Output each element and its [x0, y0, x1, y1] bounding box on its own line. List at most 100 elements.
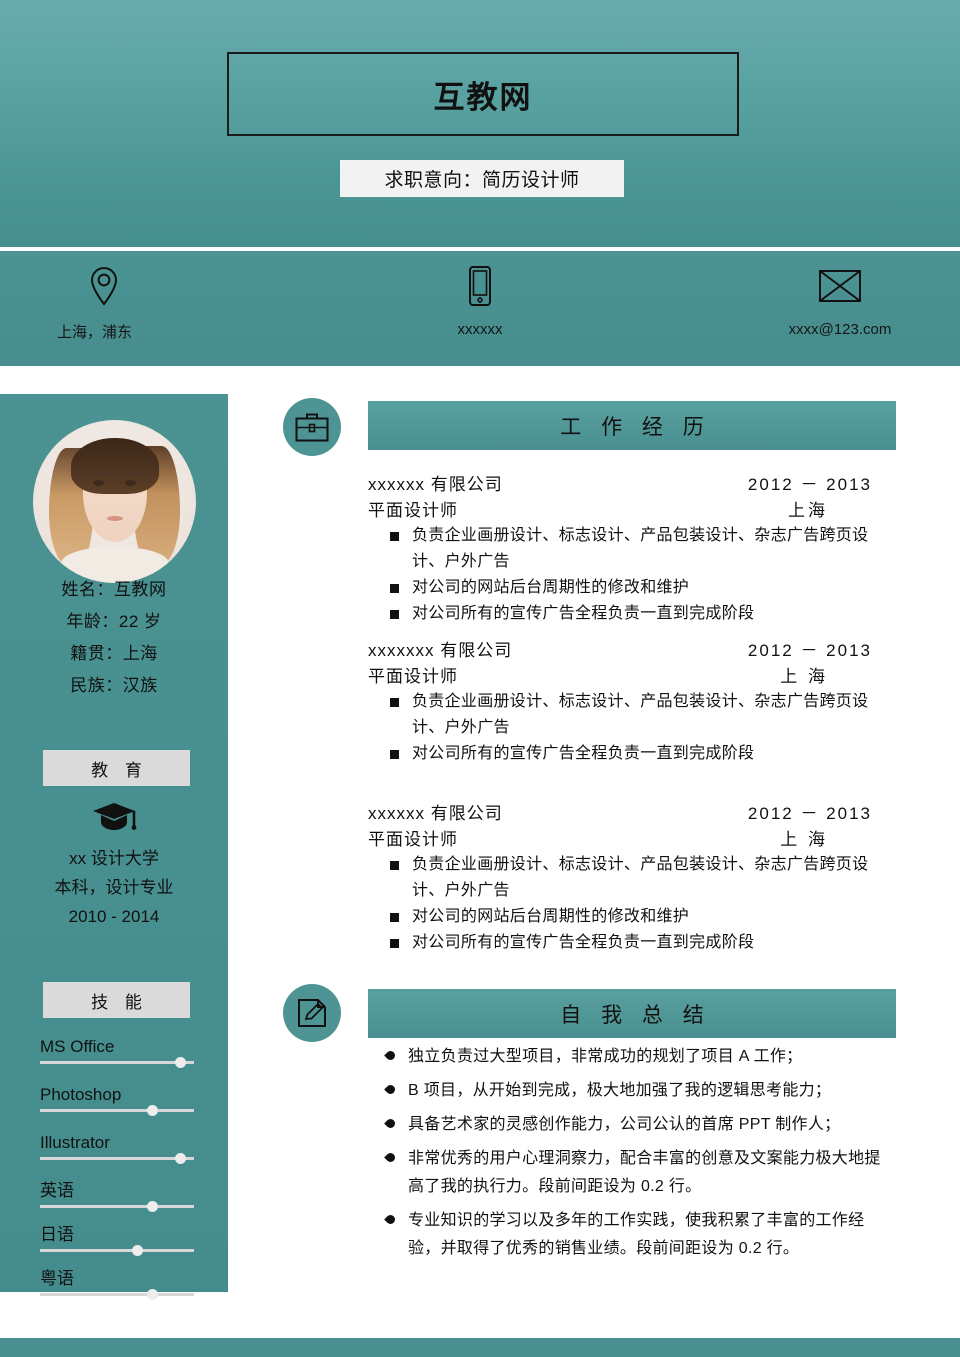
- contact-item-phone: xxxxxx: [380, 251, 580, 366]
- job-bullet: 对公司的网站后台周期性的修改和维护: [368, 904, 896, 930]
- contact-strip: 上海，浦东 xxxxxx xxxx@123.com: [0, 251, 960, 366]
- bottom-accent-bar: [0, 1338, 960, 1357]
- job-company: xxxxxxx 有限公司: [368, 641, 513, 660]
- skill-row: MS Office: [40, 1036, 194, 1068]
- skill-slider-thumb[interactable]: [147, 1105, 159, 1116]
- avatar-eye-right: [125, 480, 136, 486]
- skill-label: 粤语: [40, 1269, 74, 1288]
- avatar-eye-left: [93, 480, 104, 486]
- job-header-row: xxxxxx 有限公司 2012 － 2013: [368, 470, 896, 496]
- job-objective-box: 求职意向：简历设计师: [340, 160, 624, 197]
- education-years: 2010 - 2014: [68, 907, 160, 926]
- job-company: xxxxxx 有限公司: [368, 804, 503, 823]
- contact-phone-value: xxxxxx: [457, 321, 503, 338]
- avatar-mouth: [107, 516, 123, 521]
- job-bullet: 对公司所有的宣传广告全程负责一直到完成阶段: [368, 741, 896, 767]
- job-objective-text: 求职意向：简历设计师: [384, 170, 580, 191]
- page-title: 互教网: [433, 79, 533, 115]
- summary-item: B 项目，从开始到完成，极大地加强了我的逻辑思考能力；: [368, 1077, 896, 1105]
- work-job-entry: xxxxxx 有限公司 2012 － 2013 平面设计师 上海负责企业画册设计、标志…: [368, 470, 896, 627]
- skills-heading: 技 能: [43, 982, 190, 1018]
- work-section-title: 工 作 经 历: [560, 415, 711, 439]
- skill-label: 英语: [40, 1181, 74, 1200]
- summary-item: 独立负责过大型项目，非常成功的规划了项目 A 工作；: [368, 1043, 896, 1071]
- skill-slider-track[interactable]: [40, 1201, 194, 1212]
- contact-location-value: 上海，浦东: [57, 324, 133, 341]
- job-subheader-row: 平面设计师 上海: [368, 496, 896, 522]
- skill-label: 日语: [40, 1225, 74, 1244]
- job-period: 2012 － 2013: [747, 804, 872, 823]
- avatar: [33, 420, 196, 583]
- job-bullet: 对公司的网站后台周期性的修改和维护: [368, 575, 896, 601]
- education-heading: 教 育: [43, 750, 190, 786]
- job-company: xxxxxx 有限公司: [368, 475, 503, 494]
- skill-row: 日语: [40, 1224, 194, 1256]
- briefcase-icon: [283, 398, 341, 456]
- skill-slider-thumb[interactable]: [147, 1201, 159, 1212]
- work-job-entry: xxxxxxx 有限公司 2012 － 2013 平面设计师 上 海负责企业画册设计、…: [368, 636, 896, 767]
- skill-slider-track[interactable]: [40, 1057, 194, 1068]
- job-subheader-row: 平面设计师 上 海: [368, 662, 896, 688]
- contact-email-value: xxxx@123.com: [788, 321, 892, 338]
- job-header-row: xxxxxx 有限公司 2012 － 2013: [368, 799, 896, 825]
- envelope-icon: [818, 265, 862, 307]
- graduation-cap-icon: [88, 796, 140, 836]
- job-period: 2012 － 2013: [747, 641, 872, 660]
- education-details: xx 设计大学 本科，设计专业 2010 - 2014: [0, 844, 228, 931]
- skill-slider-thumb[interactable]: [175, 1153, 187, 1164]
- job-role: 平面设计师: [368, 667, 458, 686]
- summary-section-title: 自 我 总 结: [560, 1003, 711, 1027]
- avatar-hair-top: [71, 438, 159, 494]
- skill-label: MS Office: [40, 1037, 115, 1056]
- education-degree: 本科，设计专业: [54, 878, 174, 897]
- top-banner: 互教网 求职意向：简历设计师: [0, 0, 960, 247]
- skill-row: Illustrator: [40, 1132, 194, 1164]
- summary-item: 非常优秀的用户心理洞察力，配合丰富的创意及文案能力极大地提高了我的执行力。段前间…: [368, 1145, 896, 1201]
- personal-info-name: 姓名：互教网: [61, 580, 167, 599]
- summary-section-bar: 自 我 总 结: [368, 989, 896, 1038]
- skill-row: 英语: [40, 1180, 194, 1212]
- skill-slider-thumb[interactable]: [175, 1057, 187, 1068]
- job-bullet: 对公司所有的宣传广告全程负责一直到完成阶段: [368, 930, 896, 956]
- job-subheader-row: 平面设计师 上 海: [368, 825, 896, 851]
- job-bullet: 负责企业画册设计、标志设计、产品包装设计、杂志广告跨页设计、户外广告: [368, 852, 896, 904]
- personal-info-hometown: 籍贯：上海: [70, 644, 158, 663]
- personal-info-list: 姓名：互教网 年龄：22 岁 籍贯：上海 民族：汉族: [0, 574, 228, 702]
- summary-item: 具备艺术家的灵感创作能力，公司公认的首席 PPT 制作人；: [368, 1111, 896, 1139]
- job-role: 平面设计师: [368, 501, 458, 520]
- contact-item-email: xxxx@123.com: [740, 251, 940, 366]
- job-bullet-list: 负责企业画册设计、标志设计、产品包装设计、杂志广告跨页设计、户外广告 对公司的网站…: [368, 523, 896, 627]
- job-bullet-list: 负责企业画册设计、标志设计、产品包装设计、杂志广告跨页设计、户外广告 对公司所有的…: [368, 689, 896, 767]
- skill-slider-track[interactable]: [40, 1245, 194, 1256]
- personal-info-age: 年龄：22 岁: [66, 612, 162, 631]
- job-bullet: 负责企业画册设计、标志设计、产品包装设计、杂志广告跨页设计、户外广告: [368, 689, 896, 741]
- left-sidebar: 姓名：互教网 年龄：22 岁 籍贯：上海 民族：汉族 教 育 xx 设计大学 本…: [0, 394, 228, 1300]
- mobile-phone-icon: [467, 265, 493, 307]
- work-section-bar: 工 作 经 历: [368, 401, 896, 450]
- job-location: 上海: [788, 501, 828, 520]
- skill-slider-thumb[interactable]: [147, 1289, 159, 1300]
- pencil-note-icon: [283, 984, 341, 1042]
- location-pin-icon: [89, 265, 119, 307]
- work-job-entry: xxxxxx 有限公司 2012 － 2013 平面设计师 上 海负责企业画册设计、标…: [368, 799, 896, 956]
- contact-item-location: 上海，浦东: [22, 251, 222, 366]
- education-school: xx 设计大学: [69, 849, 159, 868]
- skill-label: Photoshop: [40, 1085, 122, 1104]
- skill-slider-thumb[interactable]: [132, 1245, 144, 1256]
- job-bullet: 对公司所有的宣传广告全程负责一直到完成阶段: [368, 601, 896, 627]
- job-bullet-list: 负责企业画册设计、标志设计、产品包装设计、杂志广告跨页设计、户外广告 对公司的网站…: [368, 852, 896, 956]
- job-header-row: xxxxxxx 有限公司 2012 － 2013: [368, 636, 896, 662]
- education-heading-label: 教 育: [91, 760, 148, 780]
- resume-title-box: 互教网: [227, 52, 739, 136]
- skill-slider-track[interactable]: [40, 1153, 194, 1164]
- skill-slider-track[interactable]: [40, 1289, 194, 1300]
- avatar-brow-left: [91, 472, 106, 475]
- personal-info-ethnicity: 民族：汉族: [70, 676, 158, 695]
- skill-slider-track[interactable]: [40, 1105, 194, 1116]
- job-location: 上 海: [780, 830, 828, 849]
- job-period: 2012 － 2013: [747, 475, 872, 494]
- skills-heading-label: 技 能: [91, 992, 148, 1012]
- avatar-brow-right: [123, 472, 138, 475]
- summary-list: 独立负责过大型项目，非常成功的规划了项目 A 工作； B 项目，从开始到完成，极大…: [368, 1043, 896, 1269]
- job-bullet: 负责企业画册设计、标志设计、产品包装设计、杂志广告跨页设计、户外广告: [368, 523, 896, 575]
